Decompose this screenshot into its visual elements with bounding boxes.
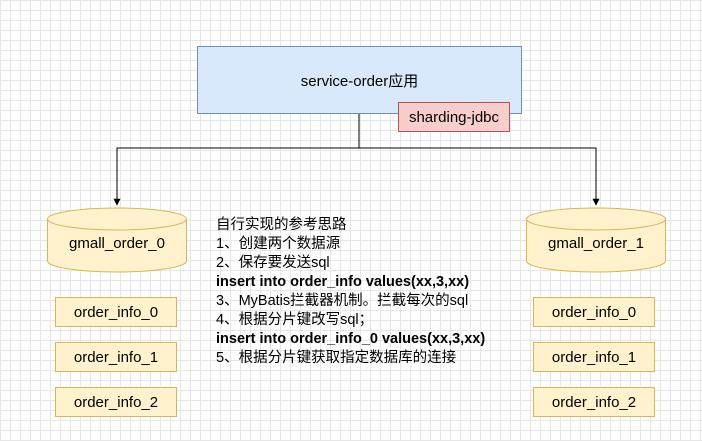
note-line-7: 5、根据分片键获取指定数据库的连接 (216, 350, 457, 366)
sharding-jdbc-label: sharding-jdbc (408, 108, 500, 126)
table-order-info-2-db0[interactable]: order_info_2 (55, 387, 177, 417)
note-line-0: 自行实现的参考思路 (216, 217, 347, 233)
table-label: order_info_0 (551, 303, 637, 321)
table-order-info-1-db1[interactable]: order_info_1 (533, 342, 655, 372)
edge-service-to-db0 (113, 114, 360, 206)
table-label: order_info_2 (73, 393, 159, 411)
edge-service-to-db1 (359, 147, 600, 206)
table-label: order_info_0 (73, 303, 159, 321)
sharding-jdbc-node[interactable]: sharding-jdbc (398, 102, 510, 132)
note-line-2: 2、保存要发送sql (216, 255, 330, 271)
database-label: gmall_order_0 (69, 235, 165, 252)
table-order-info-1-db0[interactable]: order_info_1 (55, 342, 177, 372)
note-line-4: 3、MyBatis拦截器机制。拦截每次的sql (216, 293, 469, 309)
table-label: order_info_1 (551, 348, 637, 366)
database-gmall-order-0[interactable]: gmall_order_0 (47, 207, 187, 273)
service-order-label: service-order应用 (300, 72, 419, 90)
database-label: gmall_order_1 (548, 235, 644, 252)
table-order-info-0-db1[interactable]: order_info_0 (533, 297, 655, 327)
note-line-5: 4、根据分片键改写sql； (216, 312, 374, 328)
note-line-1: 1、创建两个数据源 (216, 236, 341, 252)
table-label: order_info_1 (73, 348, 159, 366)
note-line-3: insert into order_info values(xx,3,xx) (216, 274, 470, 290)
table-order-info-2-db1[interactable]: order_info_2 (533, 387, 655, 417)
database-gmall-order-1[interactable]: gmall_order_1 (526, 207, 666, 273)
table-label: order_info_2 (551, 393, 637, 411)
implementation-notes: 自行实现的参考思路 1、创建两个数据源 2、保存要发送sql insert in… (216, 216, 485, 368)
note-line-6: insert into order_info_0 values(xx,3,xx) (216, 331, 486, 347)
table-order-info-0-db0[interactable]: order_info_0 (55, 297, 177, 327)
